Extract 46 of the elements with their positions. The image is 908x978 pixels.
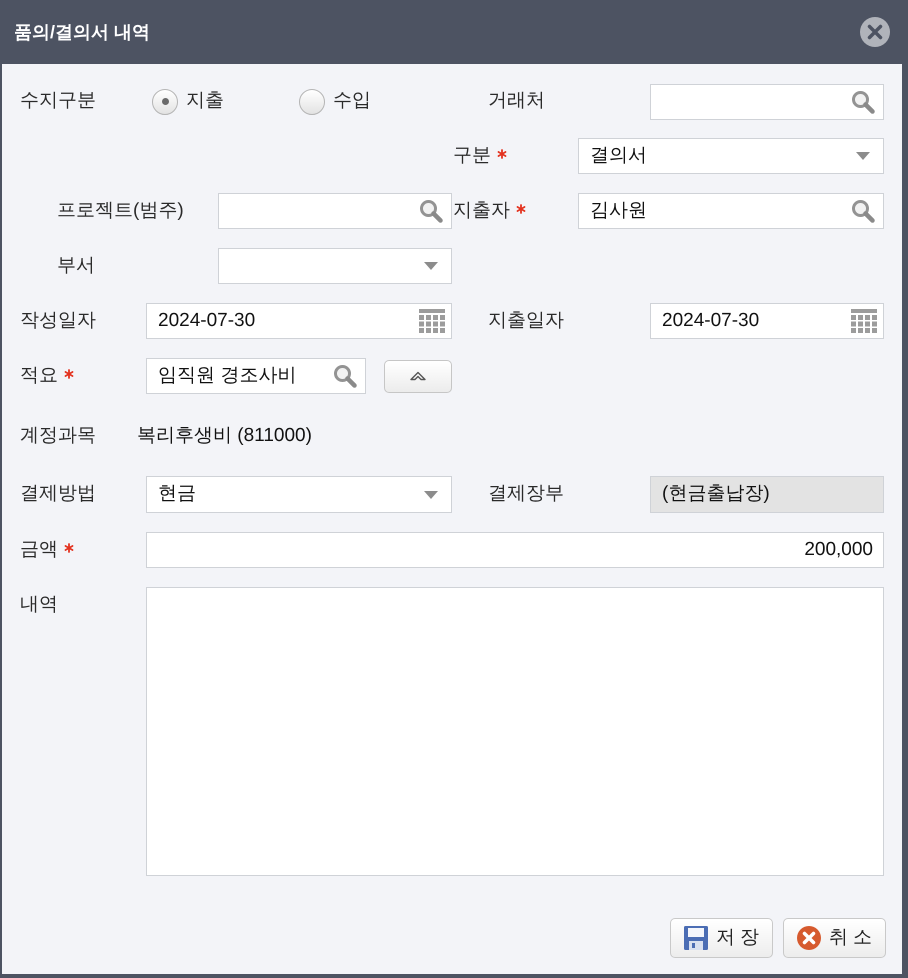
- field-label: 수지구분: [20, 89, 96, 114]
- amount-field[interactable]: 200,000: [146, 532, 884, 568]
- chevron-up-icon: [410, 371, 426, 381]
- field-label: 결제방법: [20, 482, 96, 506]
- radio-label: 수입: [333, 89, 371, 114]
- search-field[interactable]: [218, 193, 452, 229]
- field-label: 금액: [20, 538, 58, 562]
- dropdown-select[interactable]: 결의서: [578, 138, 884, 174]
- caret-icon: [856, 152, 870, 160]
- field-label: 지출일자: [488, 308, 564, 333]
- field-label: 적요: [20, 364, 58, 388]
- field-label: 계정과목: [20, 424, 96, 448]
- radio-button[interactable]: [299, 88, 325, 114]
- search-field[interactable]: [650, 84, 884, 120]
- account-value: 복리후생비 (811000): [137, 424, 312, 448]
- search-icon[interactable]: [333, 364, 357, 388]
- calendar-icon[interactable]: [851, 309, 877, 333]
- field-label: 결제장부: [488, 482, 564, 506]
- field-label: 구분: [453, 144, 491, 168]
- search-field[interactable]: 임직원 경조사비: [146, 358, 366, 394]
- dropdown-select[interactable]: 현금: [146, 476, 452, 513]
- textarea-field[interactable]: [146, 587, 884, 876]
- field-label: 작성일자: [20, 308, 96, 333]
- field-label: 부서: [57, 254, 95, 278]
- date-field[interactable]: 2024-07-30: [146, 303, 452, 339]
- field-label: 내역: [20, 593, 58, 617]
- cancel-button[interactable]: 취 소: [783, 918, 886, 958]
- search-icon[interactable]: [851, 199, 875, 223]
- close-icon[interactable]: [860, 17, 890, 47]
- search-field[interactable]: 김사원: [578, 193, 884, 229]
- search-icon[interactable]: [851, 90, 875, 114]
- save-button[interactable]: 저 장: [670, 918, 773, 958]
- search-icon[interactable]: [419, 199, 443, 223]
- radio-button[interactable]: [152, 88, 178, 114]
- caret-icon: [424, 490, 438, 498]
- field-label: 프로젝트(범주): [57, 198, 184, 223]
- calendar-icon[interactable]: [419, 309, 445, 333]
- collapse-button[interactable]: [384, 360, 452, 392]
- caret-icon: [424, 262, 438, 270]
- radio-label: 지출: [186, 89, 224, 114]
- dropdown-select[interactable]: [218, 248, 452, 284]
- field-label: 거래처: [488, 89, 545, 114]
- cancel-icon: [796, 926, 821, 950]
- window-title: 품의/결의서 내역: [14, 20, 150, 44]
- field-label: 지출자: [453, 198, 510, 223]
- date-field[interactable]: 2024-07-30: [650, 303, 884, 339]
